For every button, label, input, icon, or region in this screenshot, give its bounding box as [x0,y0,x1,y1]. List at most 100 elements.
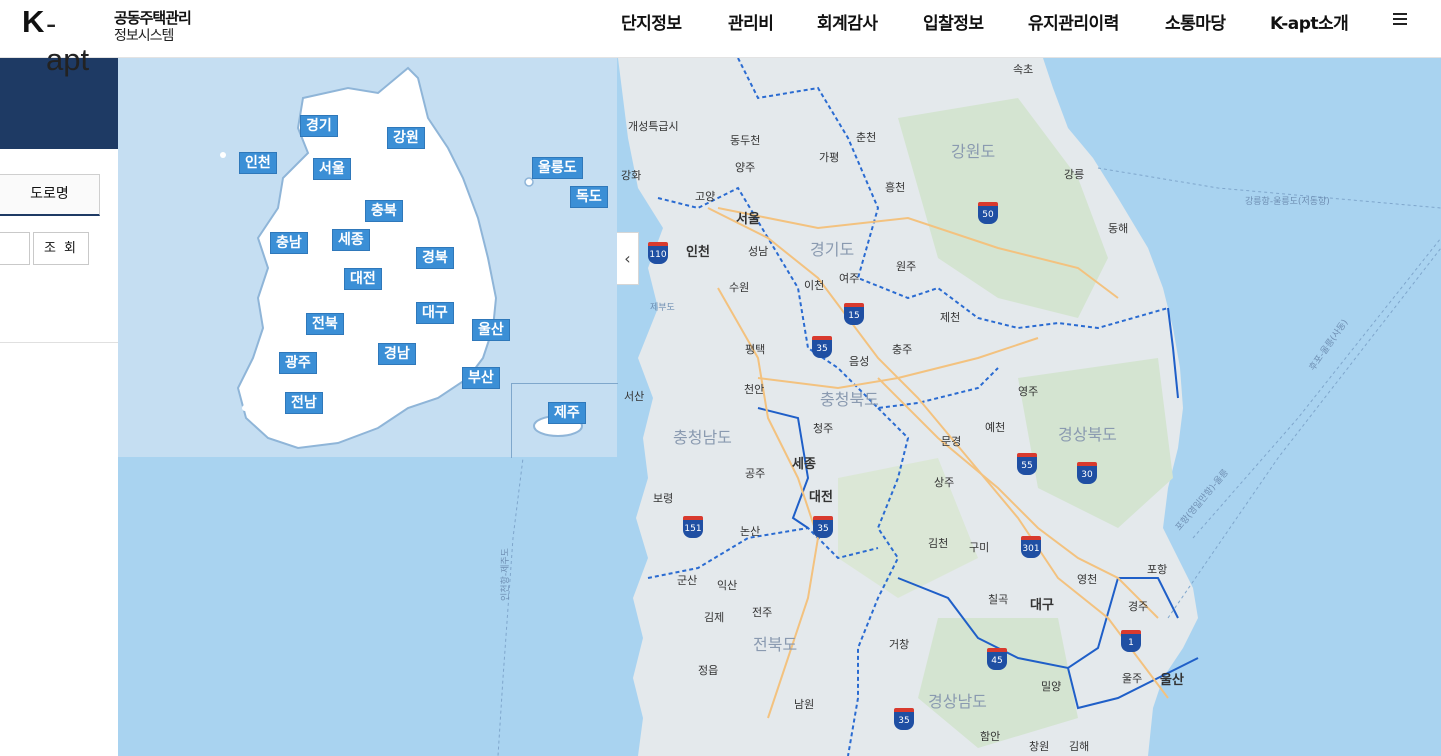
city-label: 보령 [653,492,674,505]
map-view[interactable]: 강원도 경기도 충청북도 충청남도 경상북도 전북도 경상남도 속초 개성특급시… [118,58,1441,756]
region-gwangju[interactable]: 광주 [279,352,317,374]
region-incheon[interactable]: 인천 [239,152,277,174]
panel-title: 색 [0,85,2,122]
logo-line2: 정보시스템 [114,28,174,44]
search-panel: 색 도로명 조 회 [0,58,118,756]
city-label: 거창 [889,638,910,651]
search-input[interactable] [0,232,30,265]
city-label: 성남 [748,245,769,258]
city-label: 개성특급시 [628,120,679,133]
city-label: 군산 [677,574,698,587]
city-label: 대전 [809,490,833,505]
nav-accounting-audit[interactable]: 회계감사 [817,9,878,34]
city-label: 포항 [1147,563,1168,576]
region-daejeon[interactable]: 대전 [344,268,382,290]
city-label: 영천 [1077,573,1098,586]
highway-shield: 301 [1021,536,1041,558]
highway-shield: 55 [1017,453,1037,475]
province-label: 경기도 [810,240,855,259]
ferry-route-label: 인천항-제주도 [500,548,511,601]
city-label: 창원 [1029,740,1050,753]
city-label: 속초 [1013,63,1034,76]
city-label: 경주 [1128,600,1149,613]
city-label: 예천 [985,421,1006,434]
region-jeonbuk[interactable]: 전북 [306,313,344,335]
region-daegu[interactable]: 대구 [416,302,454,324]
highway-shield: 35 [812,336,832,358]
city-label: 제천 [940,311,961,324]
hamburger-menu-icon[interactable] [1393,12,1407,26]
city-label: 청주 [813,422,834,435]
region-jeonnam[interactable]: 전남 [285,392,323,414]
region-sejong[interactable]: 세종 [332,229,370,251]
collapse-inset-chevron-left-icon[interactable]: ‹ [617,232,639,285]
city-label: 서산 [624,390,645,403]
search-button[interactable]: 조 회 [33,232,89,265]
city-label: 김제 [704,611,725,624]
region-chungbuk[interactable]: 충북 [365,200,403,222]
highway-shield: 30 [1077,462,1097,484]
city-label: 익산 [717,579,738,592]
region-seoul[interactable]: 서울 [313,158,351,180]
city-label: 대구 [1030,598,1054,613]
nav-management-fee[interactable]: 관리비 [728,9,774,34]
province-label: 충청북도 [820,390,879,409]
nav-about-kapt[interactable]: K-apt소개 [1270,9,1349,34]
city-label: 세종 [792,457,816,472]
logo-mark: K [22,4,44,39]
ferry-route-label: 강릉항-울릉도(저동항) [1245,197,1330,207]
region-gyeongnam[interactable]: 경남 [378,343,416,365]
region-gyeongbuk[interactable]: 경북 [416,247,454,269]
city-label: 울주 [1122,672,1143,685]
city-label: 음성 [849,355,870,368]
city-label: 고양 [695,190,716,203]
logo-suffix: -apt [46,6,90,77]
region-chungnam[interactable]: 충남 [270,232,308,254]
region-dokdo[interactable]: 독도 [570,186,608,208]
city-label: 논산 [740,525,761,538]
city-label: 영주 [1018,385,1039,398]
city-label: 울산 [1160,673,1184,688]
region-gangwon[interactable]: 강원 [387,127,425,149]
city-label: 가평 [819,151,840,164]
city-label: 상주 [934,476,955,489]
nav-complex-info[interactable]: 단지정보 [621,9,682,34]
tab-road-name[interactable]: 도로명 [0,174,100,216]
city-label: 구미 [969,541,990,554]
site-header: K -apt 공동주택관리 정보시스템 단지정보 관리비 회계감사 입찰정보 유… [0,0,1441,77]
city-label: 서울 [736,212,760,227]
region-jeju[interactable]: 제주 [548,402,586,424]
province-label: 강원도 [951,142,996,161]
nav-community[interactable]: 소통마당 [1165,9,1226,34]
city-label: 인천 [686,245,710,260]
city-label: 동두천 [730,134,761,147]
highway-shield: 35 [813,516,833,538]
panel-divider [0,342,118,343]
region-gyeonggi[interactable]: 경기 [300,115,338,137]
city-label: 김천 [928,537,949,550]
city-label: 함안 [980,730,1001,743]
province-label: 경상남도 [928,692,987,711]
region-ulsan[interactable]: 울산 [472,319,510,341]
city-label: 수원 [729,281,750,294]
city-label: 김해 [1069,740,1090,753]
city-label: 강화 [621,169,642,182]
city-label: 천안 [744,383,765,396]
highway-shield: 15 [844,303,864,325]
nav-bid-info[interactable]: 입찰정보 [923,9,984,34]
city-label: 춘천 [856,131,877,144]
city-label: 평택 [745,343,766,356]
highway-shield: 45 [987,648,1007,670]
highway-shield: 50 [978,202,998,224]
region-busan[interactable]: 부산 [462,367,500,389]
city-label: 강릉 [1064,168,1085,181]
route-label: 제부도 [650,303,675,313]
city-label: 남원 [794,698,815,711]
nav-maintenance-history[interactable]: 유지관리이력 [1028,9,1119,34]
city-label: 밀양 [1041,680,1062,693]
city-label: 여주 [839,272,860,285]
region-ulleungdo[interactable]: 울릉도 [532,157,583,179]
city-label: 문경 [941,435,962,448]
highway-shield: 1 [1121,630,1141,652]
province-label: 전북도 [753,635,798,654]
